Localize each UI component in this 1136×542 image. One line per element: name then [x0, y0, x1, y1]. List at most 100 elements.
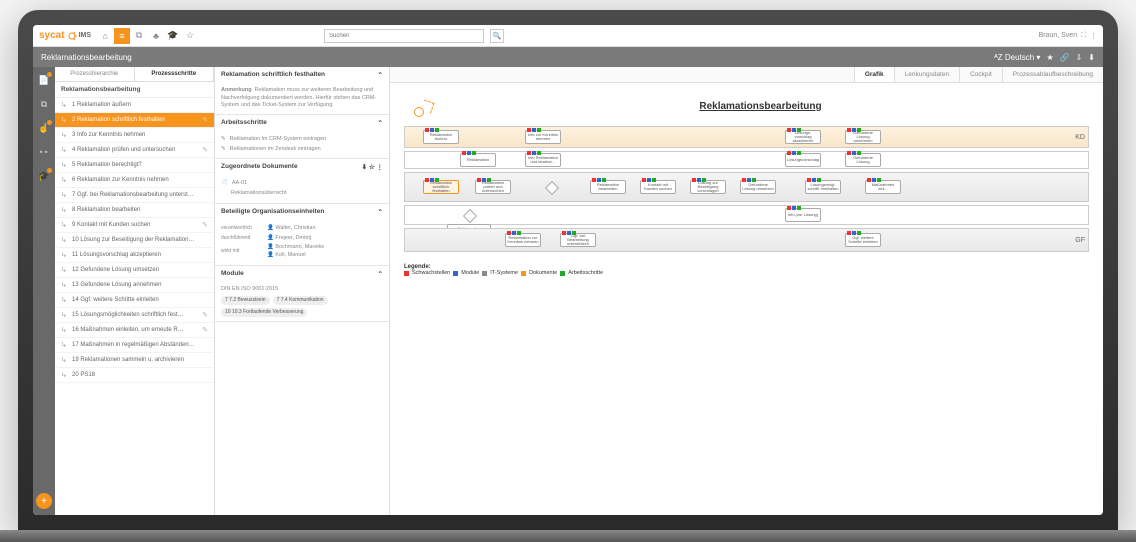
- logo: sycatIMS: [39, 30, 91, 41]
- step-item[interactable]: ↳17 Maßnahmen in regelmäßigen Abständen…: [55, 338, 214, 353]
- process-node[interactable]: Kontakt mit Kunden suchen: [640, 180, 676, 194]
- sec-dokumente: Zugeordnete Dokumente: [221, 163, 298, 171]
- home-icon[interactable]: ⌂: [97, 28, 113, 44]
- lane-gf: GFReklamation zur Kenntnis nehmenGgf. be…: [404, 228, 1089, 252]
- main-area: Grafik Lenkungsdaten Cockpit Prozessabla…: [390, 67, 1103, 515]
- collapse-icon[interactable]: ⌃: [378, 208, 383, 216]
- decision-node[interactable]: [545, 181, 559, 195]
- process-node[interactable]: Reklamation äußern: [423, 130, 459, 144]
- step-item[interactable]: ↳4 Reklamation prüfen und untersuchen✎: [55, 143, 214, 158]
- module-tag[interactable]: 7 7.4 Kommunikation: [273, 296, 328, 305]
- step-item[interactable]: ↳2 Reklamation schriftlich festhalten✎: [55, 113, 214, 128]
- lang-button[interactable]: ᴬZ Deutsch ▾: [994, 53, 1040, 62]
- process-node[interactable]: Info (zur Lösung): [785, 208, 821, 222]
- step-item[interactable]: ↳14 Ggf. weitere Schritte einleiten: [55, 293, 214, 308]
- process-node[interactable]: Maßnahmen einl...: [865, 180, 901, 194]
- org-row: wirkt mit👤 Bochmann, Mareike👤 Koll, Manu…: [221, 243, 383, 260]
- step-item[interactable]: ↳19 Reklamationen sammeln u. archivieren: [55, 353, 214, 368]
- rail-view-icon[interactable]: 👓: [37, 145, 51, 159]
- collapse-icon[interactable]: ⌃: [378, 270, 383, 278]
- process-node[interactable]: Gefundene Lösung umsetzen: [740, 180, 776, 194]
- process-node[interactable]: Gefundene Lösung annehmen: [845, 130, 881, 144]
- process-node[interactable]: Reklamation: [460, 153, 496, 167]
- step-item[interactable]: ↳3 Info zur Kenntnis nehmen: [55, 128, 214, 143]
- doc-item[interactable]: 📄 AA-01: [221, 179, 383, 189]
- org-icon[interactable]: ♣: [148, 28, 164, 44]
- step-item[interactable]: ↳5 Reklamation berechtigt?: [55, 158, 214, 173]
- module-tag[interactable]: 7 7.2 Bewusstsein: [221, 296, 270, 305]
- link-icon[interactable]: 🔗: [1060, 53, 1070, 62]
- step-item[interactable]: ↳8 Reklamation bearbeiten: [55, 203, 214, 218]
- step-item[interactable]: ↳15 Lösungsmöglichkeiten schriftlich fes…: [55, 308, 214, 323]
- legend: Legende: SchwachstellenModuleIT-SystemeD…: [404, 264, 1089, 278]
- step-item[interactable]: ↳1 Reklamation äußern: [55, 98, 214, 113]
- rail-copy-icon[interactable]: ⧉: [37, 97, 51, 111]
- tab-steps[interactable]: Prozessschritte: [135, 67, 215, 81]
- rail-doc-icon[interactable]: 📄: [37, 73, 51, 87]
- user-area[interactable]: Braun, Sven⛶⋮: [1039, 32, 1097, 40]
- expand-icon[interactable]: ⛶: [1081, 32, 1086, 40]
- star-icon[interactable]: ☆: [182, 28, 198, 44]
- module-tag[interactable]: 10 10.3 Fortlaufende Verbesserung: [221, 308, 307, 317]
- collapse-icon[interactable]: ⌃: [378, 71, 383, 79]
- process-node[interactable]: Lösungsvorschlag: [785, 153, 821, 167]
- step-item[interactable]: ↳10 Lösung zur Beseitigung der Reklamati…: [55, 233, 214, 248]
- process-node[interactable]: Lösung zur Beseitigung vorschlagen: [690, 180, 726, 194]
- doc-item[interactable]: Reklamationsübersicht: [221, 189, 383, 199]
- process-node[interactable]: Info zur Kenntnis nehmen: [525, 130, 561, 144]
- mtab-ablauf[interactable]: Prozessablaufbeschreibung: [1002, 67, 1103, 82]
- top-toolbar: ⌂ ≡ ⧉ ♣ 🎓 ☆: [97, 28, 198, 44]
- process-node[interactable]: Ggf. bei Bearbeitung unterstützen: [560, 233, 596, 247]
- process-node[interactable]: Gefundene Lösung: [845, 153, 881, 167]
- diagram-canvas[interactable]: Reklamationsbearbeitung KDReklamation äu…: [390, 83, 1103, 515]
- left-rail: 📄 ⧉ ☝ 👓 🎓 +: [33, 67, 55, 515]
- process-node[interactable]: Info Reklamation und bearbei…: [525, 153, 561, 167]
- as-item: ✎ Reklamation im CRM-System eintragen: [221, 135, 383, 145]
- search-box: [324, 29, 484, 43]
- process-node[interactable]: Reklamation schriftlich festhalten: [423, 180, 459, 194]
- step-item[interactable]: ↳12 Gefundene Lösung umsetzen: [55, 263, 214, 278]
- download-icon[interactable]: ⬇: [1088, 53, 1095, 62]
- search-input[interactable]: [324, 29, 484, 43]
- tab-hierarchy[interactable]: Prozesshierarchie: [55, 67, 135, 81]
- step-item[interactable]: ↳7 Ggf. bei Reklamationsbearbeitung unte…: [55, 188, 214, 203]
- rail-hand-icon[interactable]: ☝: [37, 121, 51, 135]
- sec-org: Beteiligte Organisationseinheiten: [221, 208, 324, 216]
- lane-main: Reklamation schriftlich festhalten Reklam…: [404, 172, 1089, 202]
- collapse-icon[interactable]: ⌃: [378, 119, 383, 127]
- page-title: Reklamationsbearbeitung: [41, 53, 132, 62]
- process-node[interactable]: Reklamation bearbeiten: [590, 180, 626, 194]
- process-node[interactable]: Reklamation zur Kenntnis nehmen: [505, 233, 541, 247]
- process-node[interactable]: Ggf. weitere Schritte einleiten: [845, 233, 881, 247]
- lane-sub: Reklamation berechtigt?Info (zur Lösung): [404, 205, 1089, 225]
- steps-panel: Prozesshierarchie Prozessschritte Reklam…: [55, 67, 215, 515]
- step-item[interactable]: ↳6 Reklamation zur Kenntnis nehmen: [55, 173, 214, 188]
- step-item[interactable]: ↳20 PS18: [55, 368, 214, 383]
- doc-actions[interactable]: ⬇ ☆ ⋮: [362, 163, 383, 171]
- mtab-cockpit[interactable]: Cockpit: [959, 67, 1002, 82]
- fav-icon[interactable]: ★: [1046, 53, 1053, 62]
- burst-icon: [410, 97, 434, 121]
- org-row: verantwortlich👤 Walter, Christian: [221, 224, 383, 234]
- step-item[interactable]: ↳11 Lösungsvorschlag akzeptieren: [55, 248, 214, 263]
- process-node[interactable]: Reklamation prüfen und untersuchen: [475, 180, 511, 194]
- step-item[interactable]: ↳9 Kontakt mit Kunden suchen✎: [55, 218, 214, 233]
- process-node[interactable]: Lösungs-vorschlag akzeptieren: [785, 130, 821, 144]
- mtab-lenkung[interactable]: Lenkungsdaten: [894, 67, 959, 82]
- menu-icon[interactable]: ⋮: [1090, 32, 1097, 40]
- step-group: Reklamationsbearbeitung: [55, 82, 214, 98]
- rail-edu-icon[interactable]: 🎓: [37, 169, 51, 183]
- process-node[interactable]: Lösungsmögl. schriftl. festhalten: [805, 180, 841, 194]
- as-item: ✎ Reklamationen im Zendesk eintragen: [221, 145, 383, 155]
- export-icon[interactable]: ⇩: [1076, 53, 1083, 62]
- list-icon[interactable]: ≡: [114, 28, 130, 44]
- mtab-grafik[interactable]: Grafik: [854, 67, 894, 82]
- step-list: ↳1 Reklamation äußern↳2 Reklamation schr…: [55, 98, 214, 515]
- copy-icon[interactable]: ⧉: [131, 28, 147, 44]
- step-item[interactable]: ↳13 Gefundene Lösung annehmen: [55, 278, 214, 293]
- decision-node[interactable]: [463, 209, 477, 223]
- edu-icon[interactable]: 🎓: [165, 28, 181, 44]
- search-button[interactable]: 🔍: [490, 29, 504, 43]
- fab-add[interactable]: +: [36, 493, 52, 509]
- step-item[interactable]: ↳16 Maßnahmen einleiten, um erneute R…✎: [55, 323, 214, 338]
